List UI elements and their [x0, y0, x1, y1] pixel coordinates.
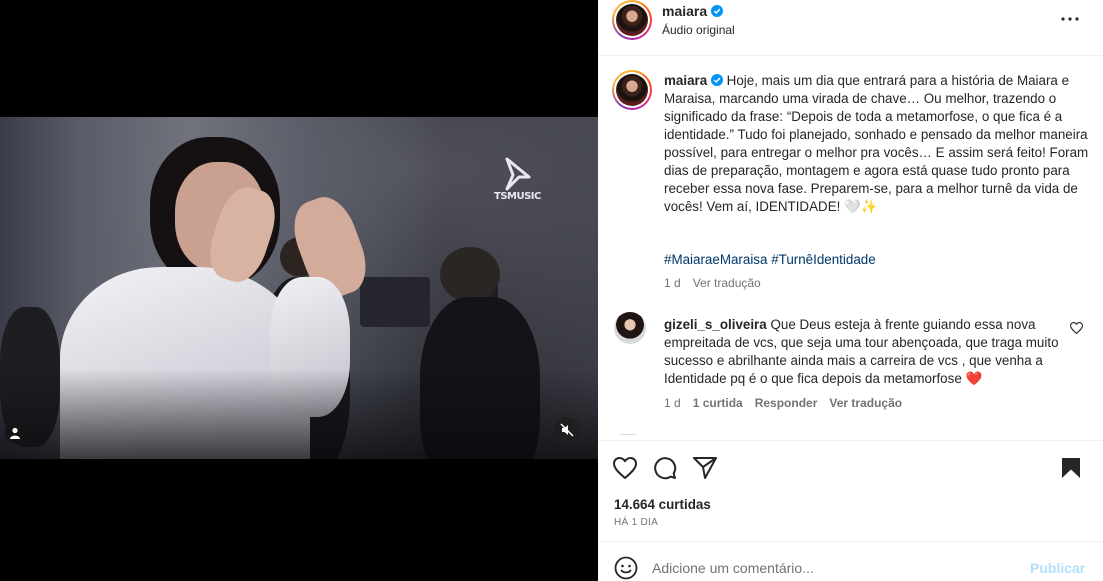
- reply-button[interactable]: Responder: [755, 396, 818, 410]
- commenter-avatar[interactable]: [614, 312, 646, 344]
- camera-rig: [360, 277, 430, 327]
- likes-count[interactable]: 14.664 curtidas: [614, 497, 711, 512]
- author-avatar[interactable]: [612, 0, 652, 40]
- commenter-username[interactable]: gizeli_s_oliveira: [664, 317, 767, 332]
- more-horizontal-icon: [1061, 17, 1079, 21]
- share-button[interactable]: [692, 455, 718, 481]
- add-comment-form: Publicar: [598, 541, 1103, 581]
- post-caption: maiara Hoje, mais um dia que entrará par…: [664, 72, 1094, 216]
- comment-button[interactable]: [652, 455, 678, 481]
- author-username[interactable]: maiara: [662, 3, 707, 19]
- heart-icon: [1069, 322, 1084, 335]
- tsmusic-logo-icon: [505, 157, 531, 191]
- like-comment-button[interactable]: [1069, 322, 1084, 337]
- audio-link[interactable]: Áudio original: [662, 23, 735, 37]
- send-icon: [693, 457, 717, 479]
- bookmark-icon: [1062, 458, 1080, 478]
- post-actions: 14.664 curtidas HÁ 1 DIA Publicar: [598, 440, 1103, 581]
- comment-input[interactable]: [652, 556, 1012, 580]
- caption-avatar-image: [616, 74, 648, 106]
- heart-icon: [613, 457, 637, 479]
- caption-age[interactable]: 1 d: [664, 276, 681, 290]
- user-icon: [10, 427, 20, 439]
- post-video[interactable]: TSMUSIC: [0, 117, 598, 459]
- watermark-text: TSMUSIC: [494, 191, 541, 202]
- more-comments-loader: [620, 434, 636, 437]
- hashtag-link[interactable]: #MaiaraeMaraisa: [664, 252, 767, 267]
- comment-item: gizeli_s_oliveira Que Deus esteja à fren…: [664, 316, 1064, 388]
- comment-age[interactable]: 1 d: [664, 396, 681, 410]
- caption-translate-button[interactable]: Ver tradução: [693, 276, 761, 290]
- save-button[interactable]: [1058, 455, 1084, 481]
- caption-username[interactable]: maiara: [664, 73, 707, 88]
- comment-meta: 1 d 1 curtida Responder Ver tradução: [664, 396, 902, 410]
- verified-badge-icon: [710, 74, 723, 86]
- verified-badge-icon: [711, 5, 724, 17]
- caption-hashtags: #MaiaraeMaraisa #TurnêIdentidade: [664, 252, 876, 267]
- tagged-users-button[interactable]: [4, 422, 26, 444]
- author-username-row: maiara: [662, 3, 724, 19]
- post-details-panel: maiara Áudio original maiara Hoje, mais …: [598, 0, 1103, 581]
- comment-likes-count[interactable]: 1 curtida: [693, 396, 743, 410]
- hashtag-link[interactable]: #TurnêIdentidade: [771, 252, 875, 267]
- video-floor-shade: [0, 369, 598, 459]
- post-header: maiara Áudio original: [598, 0, 1103, 56]
- comment-icon: [654, 457, 677, 480]
- like-button[interactable]: [612, 455, 638, 481]
- emoji-icon: [614, 556, 638, 580]
- crew-head: [440, 247, 500, 302]
- caption-text: Hoje, mais um dia que entrará para a his…: [664, 73, 1089, 214]
- post-time[interactable]: HÁ 1 DIA: [614, 517, 658, 528]
- caption-meta: 1 d Ver tradução: [664, 276, 761, 290]
- publish-button[interactable]: Publicar: [1030, 560, 1085, 576]
- media-pane: TSMUSIC: [0, 0, 598, 581]
- tsmusic-watermark: TSMUSIC: [494, 157, 541, 211]
- mute-toggle-button[interactable]: [554, 417, 580, 443]
- caption-author-avatar[interactable]: [612, 70, 652, 110]
- author-avatar-image: [616, 4, 648, 36]
- comment-translate-button[interactable]: Ver tradução: [829, 396, 902, 410]
- emoji-button[interactable]: [614, 556, 638, 581]
- muted-speaker-icon: [560, 423, 574, 437]
- more-options-button[interactable]: [1058, 10, 1082, 28]
